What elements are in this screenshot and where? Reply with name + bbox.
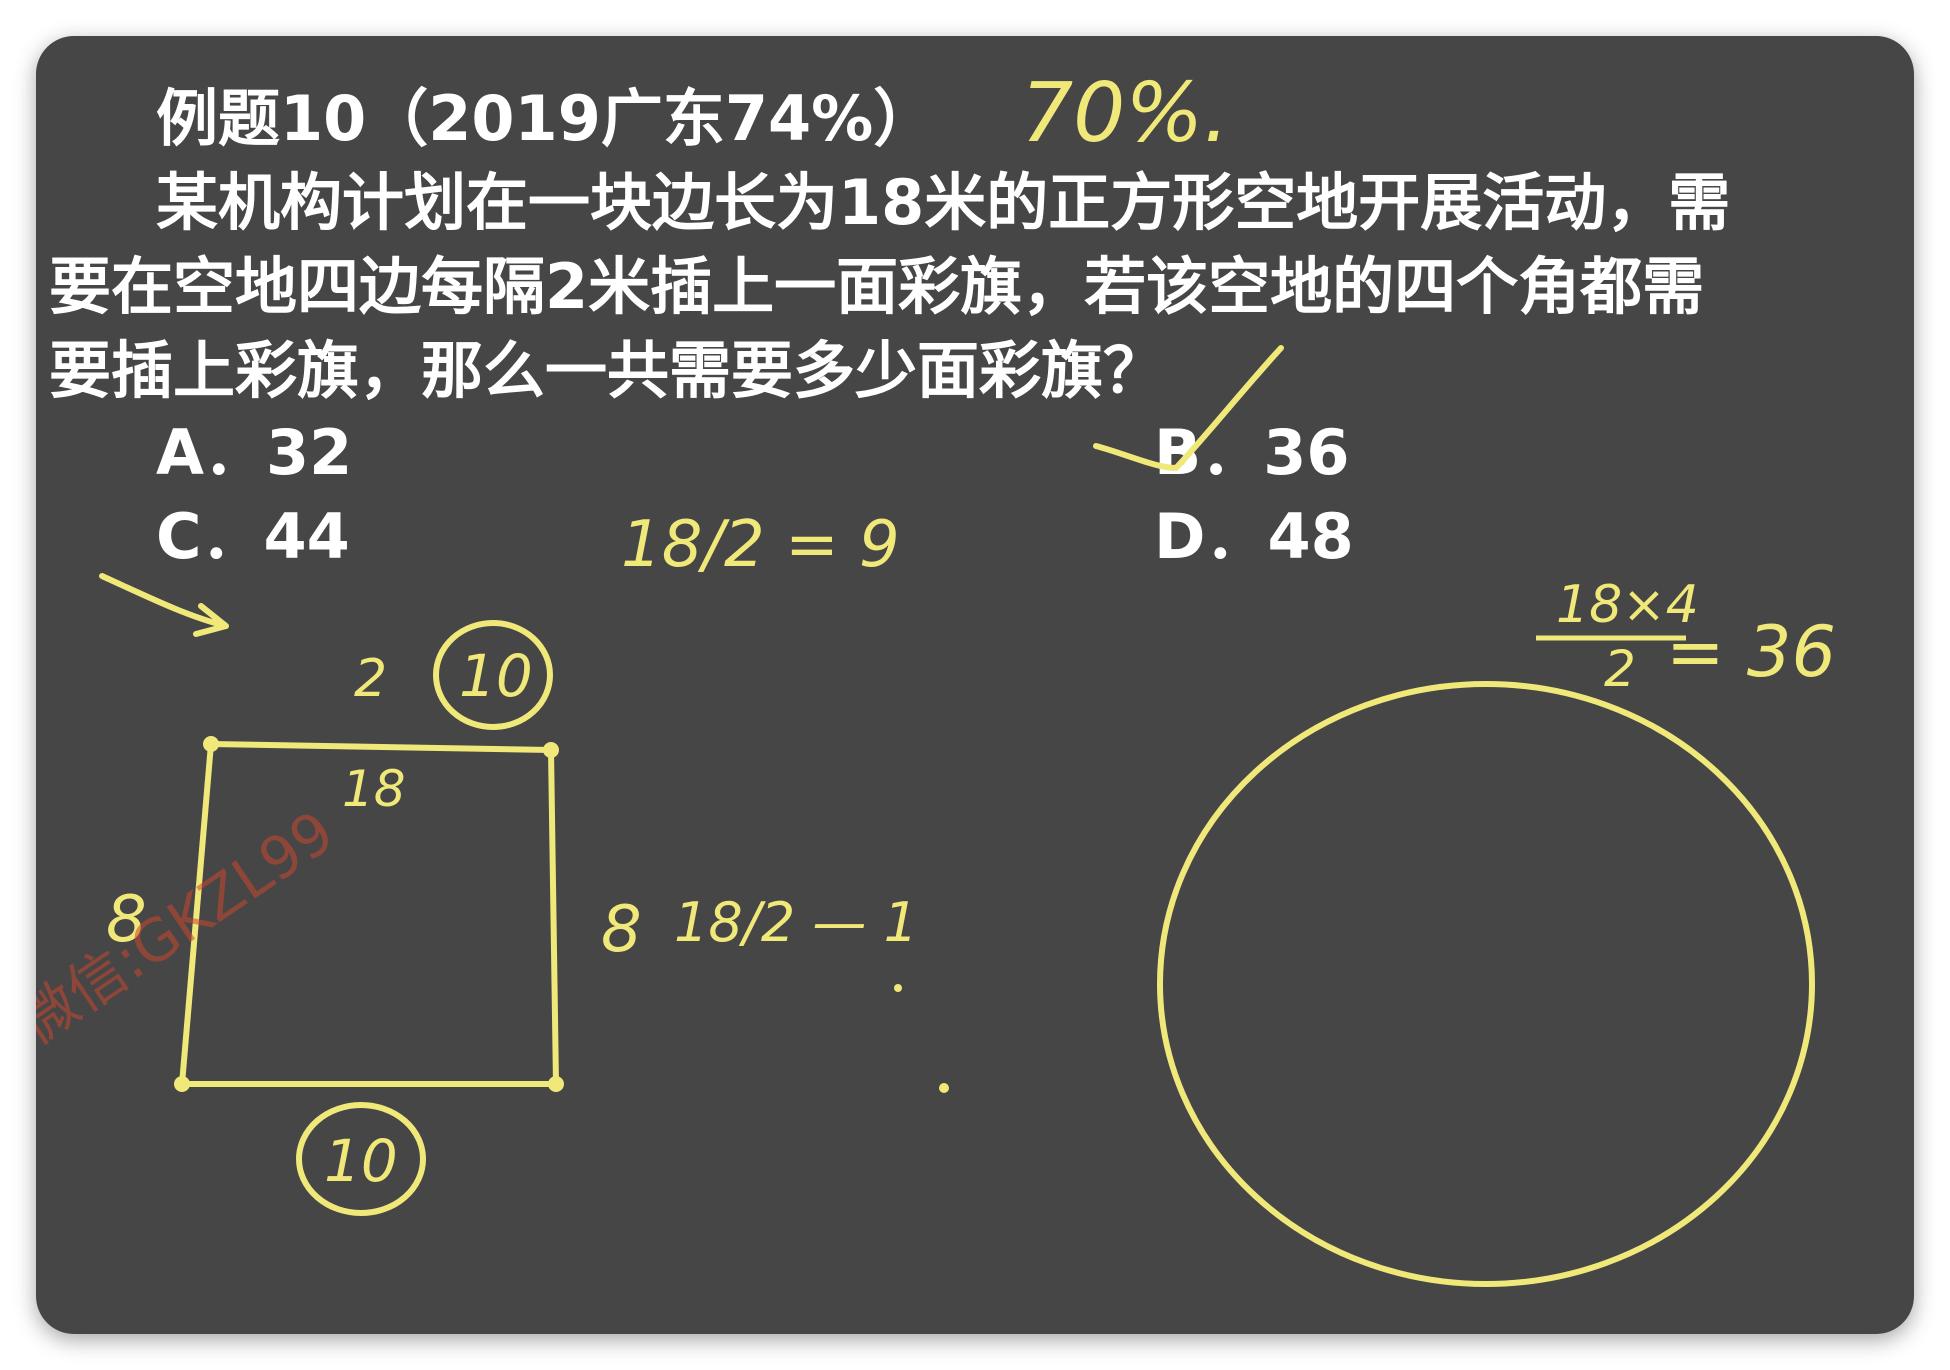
watermark-text: 微信:GKZL99 (36, 797, 346, 1057)
ink-dot (939, 1083, 949, 1093)
calc-top: 18/2 = 9 (621, 508, 900, 582)
corner-flag-dot (203, 736, 219, 752)
circle-field (1157, 681, 1815, 1287)
accuracy-note: 70%. (1021, 66, 1229, 161)
blackboard-frame: 例题10（2019广东74%） 某机构计划在一块边长为18米的正方形空地开展活动… (36, 36, 1914, 1334)
handwriting-layer: 70%. 18/2 = 9 2 10 18 8 8 18/2 — 1 10 18… (36, 66, 1836, 1287)
corner-flag-dot (543, 742, 559, 758)
corner-flag-dot (548, 1076, 564, 1092)
square-side-label: 18 (342, 760, 406, 818)
side-top-interval: 2 (354, 649, 387, 709)
ink-dot (894, 984, 902, 992)
side-top-count: 10 (459, 642, 533, 710)
circle-calc-result: = 36 (1666, 611, 1836, 693)
bottom-side-count: 10 (324, 1127, 398, 1195)
corner-flag-dot (174, 1076, 190, 1092)
check-mark-icon (1093, 345, 1284, 472)
arrow-icon (99, 573, 229, 637)
circle-calc-denominator: 2 (1604, 640, 1636, 698)
right-side-calc: 18/2 — 1 (674, 891, 918, 954)
right-side-count: 8 (601, 893, 642, 967)
